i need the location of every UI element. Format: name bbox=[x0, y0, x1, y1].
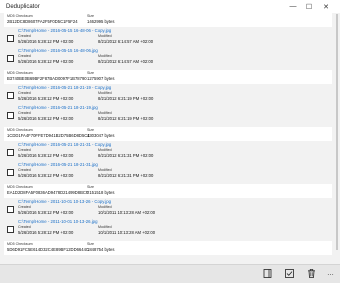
modified-value: 10/1/2011 10:13:28 AM +02:00 bbox=[98, 210, 156, 215]
modified-value: 8/21/2012 6:21:31 PM +02:00 bbox=[98, 153, 154, 158]
size-value: 1462995 bytes bbox=[87, 19, 115, 24]
file-checkbox[interactable] bbox=[7, 112, 14, 119]
file-row: C:\Temp\Home - 2016-05-15 16-48-06 - Cop… bbox=[4, 27, 332, 47]
trash-icon bbox=[308, 269, 315, 278]
title-bar: Deduplicator — ☐ ✕ bbox=[0, 0, 340, 13]
file-row: C:\Temp\Home - 2011-10-01 10-13-26 - Cop… bbox=[4, 198, 332, 218]
file-row: C:\Temp\Home - 2016-05-21 18-21-31 - Cop… bbox=[4, 141, 332, 161]
duplicate-group: MD5 Checksum B3740BE0B69BF2F87BAD0097F1B… bbox=[4, 70, 332, 124]
modified-value: 8/21/2012 6:14:57 AM +02:00 bbox=[98, 39, 154, 44]
duplicate-group: MD5 Checksum 2B12DC8D8607FA2F5F0D5C1F5F2… bbox=[4, 13, 332, 67]
size-value: 2151518 bytes bbox=[87, 190, 115, 195]
created-value: 5/26/2016 5:28:12 PM +02:00 bbox=[18, 230, 74, 235]
created-value: 5/26/2016 5:28:12 PM +02:00 bbox=[18, 39, 74, 44]
file-row: C:\Temp\Home - 2016-05-21 18-21-31.jpg C… bbox=[4, 161, 332, 181]
size-value: 1303047 bytes bbox=[87, 133, 115, 138]
scrollbar[interactable] bbox=[336, 14, 339, 264]
created-value: 5/26/2016 5:28:12 PM +02:00 bbox=[18, 96, 74, 101]
group-header: MD5 Checksum 2B12DC8D8607FA2F5F0D5C1F5F2… bbox=[4, 13, 332, 27]
group-header: MD5 Checksum 5D6D91FC5E614D32C4E89BF12DD… bbox=[4, 241, 332, 255]
group-header: MD5 Checksum B3740BE0B69BF2F87BAD0097F1B… bbox=[4, 70, 332, 84]
size-value: 1275907 bytes bbox=[87, 76, 115, 81]
size-value: 1848754 bytes bbox=[87, 247, 115, 252]
group-header: MD5 Checksum 1CDD1FA4F70FFE7D941B2D75B6D… bbox=[4, 127, 332, 141]
delete-button[interactable] bbox=[306, 268, 317, 279]
md5-value: 2B12DC8D8607FA2F5F0D5C1F5F24 bbox=[7, 19, 78, 24]
checkbox-icon bbox=[285, 269, 294, 278]
file-row: C:\Temp\Home - 2011-10-01 10-13-26.jpg C… bbox=[4, 218, 332, 238]
maximize-button[interactable]: ☐ bbox=[302, 0, 316, 13]
file-checkbox[interactable] bbox=[7, 55, 14, 62]
modified-value: 10/1/2011 10:13:28 AM +02:00 bbox=[98, 230, 156, 235]
command-bar: … bbox=[0, 264, 340, 283]
file-checkbox[interactable] bbox=[7, 226, 14, 233]
modified-value: 8/21/2012 6:21:31 PM +02:00 bbox=[98, 173, 154, 178]
md5-value: 1CDD1FA4F70FFE7D941B2D75B6D8D5C4 bbox=[7, 133, 90, 138]
modified-value: 8/21/2012 6:21:19 PM +02:00 bbox=[98, 116, 154, 121]
modified-value: 8/21/2012 6:14:57 AM +02:00 bbox=[98, 59, 154, 64]
file-row: C:\Temp\Home - 2016-05-21 18-21-19 - Cop… bbox=[4, 84, 332, 104]
duplicate-group: MD5 Checksum EA1D2D8FA5F0836AD9478D21499… bbox=[4, 184, 332, 238]
file-checkbox[interactable] bbox=[7, 206, 14, 213]
window-title: Deduplicator bbox=[6, 3, 40, 10]
file-checkbox[interactable] bbox=[7, 149, 14, 156]
group-header: MD5 Checksum EA1D2D8FA5F0836AD9478D21499… bbox=[4, 184, 332, 198]
created-value: 5/26/2016 5:28:12 PM +02:00 bbox=[18, 153, 74, 158]
file-row: C:\Temp\Home - 2016-05-15 16-48-06.jpg C… bbox=[4, 47, 332, 67]
created-value: 5/26/2016 5:28:12 PM +02:00 bbox=[18, 173, 74, 178]
file-row: C:\Temp\Home - 2016-05-21 18-21-19.jpg C… bbox=[4, 104, 332, 124]
close-button[interactable]: ✕ bbox=[319, 0, 333, 13]
minimize-button[interactable]: — bbox=[286, 0, 300, 13]
select-first-button[interactable] bbox=[262, 268, 273, 279]
md5-value: 5D6D91FC5E614D32C4E89BF12DD6644C bbox=[7, 247, 89, 252]
select-all-button[interactable] bbox=[284, 268, 295, 279]
created-value: 5/26/2016 5:28:12 PM +02:00 bbox=[18, 59, 74, 64]
select-first-icon bbox=[263, 269, 272, 278]
duplicate-list[interactable]: MD5 Checksum 2B12DC8D8607FA2F5F0D5C1F5F2… bbox=[0, 13, 336, 265]
file-checkbox[interactable] bbox=[7, 169, 14, 176]
duplicate-group: MD5 Checksum 1CDD1FA4F70FFE7D941B2D75B6D… bbox=[4, 127, 332, 181]
more-icon: … bbox=[327, 270, 334, 277]
created-value: 5/26/2016 5:28:12 PM +02:00 bbox=[18, 116, 74, 121]
md5-value: EA1D2D8FA5F0836AD9478D21499D8BCF bbox=[7, 190, 89, 195]
scrollbar-thumb[interactable] bbox=[336, 14, 338, 250]
md5-value: B3740BE0B69BF2F87BAD0097F1B78790 bbox=[7, 76, 87, 81]
file-checkbox[interactable] bbox=[7, 35, 14, 42]
file-checkbox[interactable] bbox=[7, 92, 14, 99]
more-button[interactable]: … bbox=[325, 268, 336, 279]
modified-value: 8/21/2012 6:21:19 PM +02:00 bbox=[98, 96, 154, 101]
duplicate-group: MD5 Checksum 5D6D91FC5E614D32C4E89BF12DD… bbox=[4, 241, 332, 255]
created-value: 5/26/2016 5:28:12 PM +02:00 bbox=[18, 210, 74, 215]
